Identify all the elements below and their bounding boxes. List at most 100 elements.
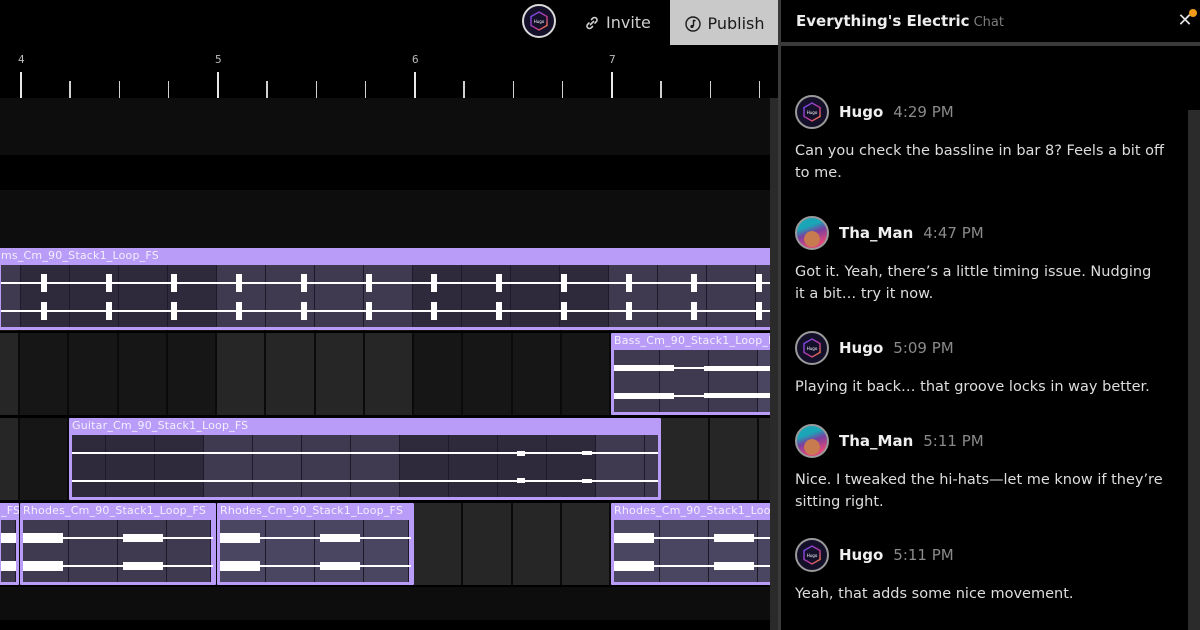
bar-number: 5 — [215, 53, 222, 66]
timeline-vertical-scrollbar[interactable] — [770, 98, 778, 630]
waveform-transient — [691, 301, 697, 320]
waveform-transient — [220, 560, 260, 571]
clip-segment — [302, 435, 351, 497]
invite-button[interactable]: Invite — [572, 0, 663, 45]
waveform-transient — [320, 561, 360, 570]
clip-label: Rhodes_Cm_90_Stack1_Loop_FS — [220, 504, 404, 517]
waveform-transient — [614, 392, 674, 399]
waveform-transient — [714, 561, 754, 570]
beat-tick — [266, 81, 268, 98]
clip-segment — [660, 520, 709, 582]
waveform-channel — [72, 452, 658, 455]
clip-segment — [707, 265, 756, 327]
chat-message: Hugo Hugo 5:11 PM Yeah, that adds some nice… — [795, 537, 1175, 605]
clip-label: Rhodes_Cm_90_Stack1_Loo — [614, 504, 770, 517]
avatar-initials: Hugo — [533, 18, 545, 24]
chat-scrollbar[interactable] — [1188, 110, 1200, 630]
grid-cell — [167, 333, 217, 415]
close-icon[interactable]: ✕ — [1176, 9, 1197, 30]
avatar-initials: Hugo — [806, 109, 818, 115]
clip-segment — [119, 265, 168, 327]
clip-waveform — [614, 520, 770, 582]
chat-header-divider — [781, 42, 1200, 46]
waveform-transient — [41, 274, 47, 293]
clip-segment — [660, 350, 709, 412]
clip-guitar[interactable]: Guitar_Cm_90_Stack1_Loop_FS — [69, 418, 661, 500]
waveform-transient — [106, 274, 112, 293]
waveform-transient — [236, 301, 242, 320]
empty-track-lane — [0, 190, 770, 248]
clip-waveform — [614, 350, 770, 412]
waveform-transient — [626, 274, 632, 293]
clip-rhodes[interactable]: Rhodes_Cm_90_Stack1_Loop_FS — [217, 503, 414, 585]
waveform-transient — [561, 274, 567, 293]
waveform-transient — [614, 560, 654, 571]
waveform-transient — [106, 301, 112, 320]
clip-segment — [315, 265, 364, 327]
tha-man-avatar[interactable] — [795, 424, 829, 458]
clip-drums[interactable]: ms_Cm_90_Stack1_Loop_FS — [0, 248, 770, 330]
message-author[interactable]: Tha_Man — [839, 224, 913, 242]
waveform-transient — [561, 301, 567, 320]
message-timestamp: 4:47 PM — [923, 224, 984, 242]
beat-tick — [364, 81, 367, 98]
grid-cell — [758, 418, 770, 500]
grid-cell — [266, 333, 316, 415]
message-author[interactable]: Tha_Man — [839, 432, 913, 450]
waveform-transient — [582, 478, 592, 483]
message-author[interactable]: Hugo — [839, 103, 883, 121]
clip-segment — [204, 435, 253, 497]
grid-cell — [463, 333, 513, 415]
notification-dot — [1189, 9, 1197, 17]
clip-segment — [614, 520, 660, 582]
grid-cell — [0, 418, 20, 500]
chat-message: Tha_Man 5:11 PM Nice. I tweaked the hi-hat… — [795, 423, 1175, 513]
invite-label: Invite — [606, 13, 651, 32]
waveform-transient — [366, 274, 372, 293]
hugo-hex-icon: Hugo — [529, 11, 549, 31]
waveform-transient — [517, 478, 525, 484]
message-author[interactable]: Hugo — [839, 546, 883, 564]
message-header: Hugo Hugo 5:11 PM — [795, 537, 1175, 573]
timeline-ruler[interactable]: 4 5 6 7 — [0, 45, 778, 98]
clip-segment — [1, 520, 16, 582]
beat-tick — [709, 81, 711, 98]
waveform-transient — [320, 534, 360, 543]
hugo-hex-avatar[interactable]: Hugo — [795, 538, 829, 572]
message-author[interactable]: Hugo — [839, 339, 883, 357]
beat-tick — [69, 81, 71, 98]
clip-rhodes[interactable]: Rhodes_Cm_90_Stack1_Loop_FS — [20, 503, 216, 585]
beat-tick — [512, 81, 514, 98]
waveform-transient — [614, 533, 654, 544]
daw-app: Hugo Invite Publish 4 5 6 7 ms_Cm_90_Sta… — [0, 0, 1200, 630]
waveform-channel — [1, 309, 770, 312]
waveform-transient — [1, 560, 16, 571]
clip-segment — [560, 265, 609, 327]
clip-segment — [167, 520, 211, 582]
user-avatar[interactable]: Hugo — [522, 4, 556, 38]
chat-title: Everything's Electric — [796, 12, 970, 30]
chat-header: Everything's Electric Chat ✕ — [781, 0, 1200, 42]
waveform-transient — [614, 365, 674, 372]
waveform-transient — [431, 274, 437, 293]
clip-segment — [155, 435, 204, 497]
waveform-transient — [714, 534, 754, 543]
waveform-transient — [626, 301, 632, 320]
publish-button[interactable]: Publish — [670, 0, 780, 47]
hugo-hex-avatar[interactable]: Hugo — [795, 331, 829, 365]
clip-rhodes[interactable]: Rhodes_Cm_90_Stack1_Loo — [611, 503, 770, 585]
waveform-transient — [431, 301, 437, 320]
waveform-channel — [72, 479, 658, 482]
waveform-channel — [1, 282, 770, 285]
grid-cell — [217, 333, 267, 415]
hugo-hex-avatar[interactable]: Hugo — [795, 95, 829, 129]
bar-number: 4 — [18, 53, 25, 66]
arrangement-timeline[interactable]: ms_Cm_90_Stack1_Loop_FS Bass_Cm_90_Stack… — [0, 98, 770, 630]
clip-segment — [315, 520, 364, 582]
tha-man-avatar[interactable] — [795, 216, 829, 250]
clip-segment — [1, 265, 21, 327]
clip-bass[interactable]: Bass_Cm_90_Stack1_Loop_FS — [611, 333, 770, 415]
grid-cell — [20, 418, 70, 500]
grid-cell — [69, 333, 119, 415]
clip-rhodes[interactable]: _FS — [0, 503, 19, 585]
